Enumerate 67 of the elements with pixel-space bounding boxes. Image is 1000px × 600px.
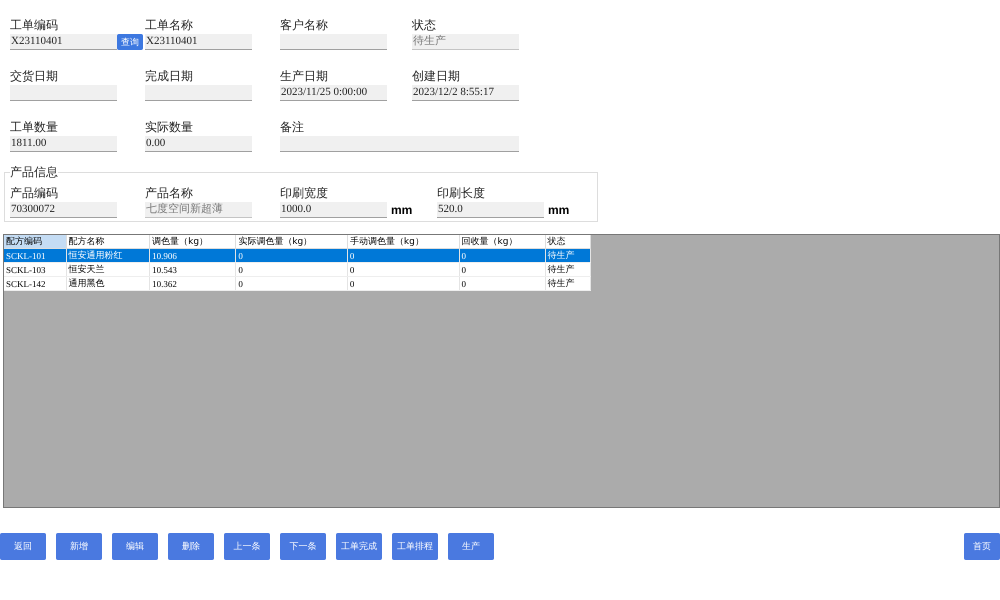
- table-cell: 恒安天兰: [66, 262, 150, 276]
- table-cell: 0: [459, 276, 546, 290]
- input-field[interactable]: [145, 85, 252, 101]
- action-button[interactable]: 生产: [448, 533, 494, 560]
- field-label: 印刷宽度: [280, 185, 329, 202]
- input-field[interactable]: 0.00: [145, 136, 252, 152]
- table-cell: 0: [459, 262, 546, 276]
- table-cell: 0: [236, 276, 348, 290]
- action-button[interactable]: 上一条: [224, 533, 270, 560]
- table-cell: SCKL-101: [4, 248, 66, 262]
- field-label: 交货日期: [10, 68, 59, 85]
- input-field[interactable]: 1000.0: [280, 202, 387, 218]
- input-field[interactable]: [10, 85, 117, 101]
- table-cell: 0: [347, 248, 460, 262]
- table-row[interactable]: SCKL-101 恒安通用粉红 10.906 0 0 0 待生产: [4, 248, 590, 262]
- table-cell: 恒安通用粉红: [66, 248, 150, 262]
- table-cell: 0: [236, 248, 348, 262]
- action-button[interactable]: 工单完成: [336, 533, 382, 560]
- table-cell: 0: [459, 248, 546, 262]
- input-field[interactable]: X23110401: [145, 34, 252, 50]
- field-label: 生产日期: [280, 68, 329, 85]
- action-button[interactable]: 删除: [168, 533, 214, 560]
- table-cell: 10.906: [150, 248, 236, 262]
- action-button[interactable]: 编辑: [112, 533, 158, 560]
- table-row[interactable]: SCKL-142 通用黑色 10.362 0 0 0 待生产: [4, 276, 590, 290]
- table-cell: SCKL-142: [4, 276, 66, 290]
- unit-label: mm: [548, 203, 570, 217]
- table-cell: 待生产: [545, 262, 590, 276]
- group-title: 产品信息: [10, 164, 58, 181]
- table-cell: 通用黑色: [66, 276, 150, 290]
- input-field[interactable]: 520.0: [437, 202, 544, 218]
- table-row[interactable]: SCKL-103 恒安天兰 10.543 0 0 0 待生产: [4, 262, 590, 276]
- field-label: 实际数量: [145, 119, 194, 136]
- table-cell: 待生产: [545, 248, 590, 262]
- input-field[interactable]: X23110401: [10, 34, 117, 50]
- input-field[interactable]: [280, 34, 387, 50]
- table-cell: 10.543: [150, 262, 236, 276]
- field-label: 产品名称: [145, 185, 194, 202]
- field-label: 备注: [280, 119, 305, 136]
- input-field[interactable]: 1811.00: [10, 136, 117, 152]
- table-cell: 10.362: [150, 276, 236, 290]
- query-button[interactable]: 查询: [117, 34, 143, 50]
- table-cell: 0: [236, 262, 348, 276]
- field-label: 完成日期: [145, 68, 194, 85]
- unit-label: mm: [391, 203, 412, 217]
- home-button[interactable]: 首页: [964, 533, 1000, 560]
- action-button[interactable]: 下一条: [280, 533, 326, 560]
- field-label: 工单编码: [10, 17, 59, 34]
- table-cell: 待生产: [545, 276, 590, 290]
- field-label: 产品编码: [10, 185, 59, 202]
- table-cell: 0: [347, 262, 460, 276]
- field-label: 状态: [412, 17, 437, 34]
- column-header[interactable]: 配方编码: [4, 235, 66, 248]
- field-label: 创建日期: [412, 68, 461, 85]
- action-button[interactable]: 返回: [0, 533, 46, 560]
- field-label: 工单数量: [10, 119, 59, 136]
- field-label: 印刷长度: [437, 185, 486, 202]
- input-field[interactable]: 2023/12/2 8:55:17: [412, 85, 519, 101]
- table-cell: 0: [347, 276, 460, 290]
- input-field[interactable]: 70300072: [10, 202, 117, 218]
- field-label: 工单名称: [145, 17, 194, 34]
- action-button[interactable]: 新增: [56, 533, 102, 560]
- input-field[interactable]: 2023/11/25 0:00:00: [280, 85, 387, 101]
- table-cell: SCKL-103: [4, 262, 66, 276]
- input-field[interactable]: [280, 136, 519, 152]
- action-button[interactable]: 工单排程: [392, 533, 438, 560]
- field-label: 客户名称: [280, 17, 329, 34]
